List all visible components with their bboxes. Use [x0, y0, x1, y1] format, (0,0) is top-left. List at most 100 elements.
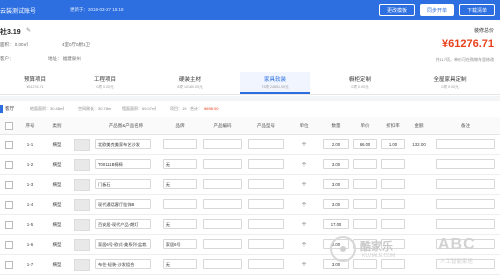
col-header: 单位 [287, 117, 321, 135]
col-header: 品牌 [160, 117, 200, 135]
row-checkbox[interactable] [0, 214, 18, 235]
product-name-input[interactable]: T00111B椅椅 [95, 159, 151, 169]
edit-icon[interactable]: ✎ [26, 27, 31, 34]
row-checkbox[interactable] [0, 194, 18, 215]
unit-value: 个 [301, 241, 307, 247]
product-name-input[interactable]: 布住-轻装-沙发组合 [95, 259, 151, 269]
unit-cell: 个 [287, 194, 321, 215]
brand-input[interactable]: 无 [162, 179, 198, 189]
note-input[interactable] [435, 199, 496, 209]
product-name-input[interactable]: 北欧美克美家布艺沙发 [95, 139, 151, 149]
brand-input[interactable]: 家居6号 [162, 239, 198, 249]
qty-input[interactable]: 3.00 [323, 199, 349, 209]
table-row: 1-5 横型 百安居-现代产品-朗灯 无 个 17.00 [0, 214, 500, 235]
brand-input[interactable]: 无 [162, 159, 198, 169]
code-input[interactable] [203, 239, 242, 249]
note-input[interactable] [435, 179, 496, 189]
row-number: 1-6 [18, 234, 42, 255]
note-input[interactable] [435, 219, 496, 229]
model-input[interactable] [247, 179, 285, 189]
row-number: 1-7 [18, 254, 42, 275]
model-input[interactable] [247, 219, 285, 229]
model-input[interactable] [247, 259, 285, 269]
discount-cell [379, 174, 407, 195]
row-checkbox[interactable] [0, 234, 18, 255]
product-name-cell: 现代通话客厅挂饰B [92, 194, 160, 215]
row-checkbox[interactable] [0, 154, 18, 175]
discount-input[interactable] [380, 179, 406, 189]
tab-custom-furniture[interactable]: 全屋家具定制 0项 0.00元 [415, 72, 485, 94]
row-category: 横型 [42, 194, 72, 215]
price-input[interactable] [352, 219, 378, 229]
tab-hard-materials[interactable]: 硬装主材 8项 10180.00元 [155, 72, 225, 94]
price-input[interactable]: 66.00 [352, 139, 378, 149]
brand-cell: 无 [160, 174, 200, 195]
col-header: 单价 [351, 117, 379, 135]
download-list-button[interactable]: 下载清单 [459, 4, 495, 16]
code-input[interactable] [203, 219, 242, 229]
qty-input[interactable]: 17.00 [323, 219, 349, 229]
note-input[interactable] [435, 159, 496, 169]
select-all-checkbox[interactable] [0, 117, 18, 135]
tab-budget[interactable]: 预算项目 ¥61276.71 [0, 72, 70, 94]
note-input[interactable] [435, 139, 496, 149]
model-input[interactable] [247, 139, 285, 149]
code-input[interactable] [203, 139, 242, 149]
code-input[interactable] [203, 259, 242, 269]
tab-furniture[interactable]: 家具软装 73项 24851.00元 [240, 72, 310, 94]
code-cell [200, 194, 245, 215]
brand-input[interactable]: 无 [162, 259, 198, 269]
unit-value: 个 [301, 221, 307, 227]
code-cell [200, 234, 245, 255]
product-thumbnail [72, 214, 92, 235]
price-input[interactable] [352, 159, 378, 169]
change-template-button[interactable]: 更改模板 [379, 4, 415, 16]
product-name-input[interactable]: 门板石 [95, 179, 151, 189]
price-input[interactable] [352, 179, 378, 189]
discount-input[interactable] [380, 219, 406, 229]
model-input[interactable] [247, 199, 285, 209]
brand-input[interactable] [162, 199, 198, 209]
tab-cabinets[interactable]: 橱柜定制 0项 0.00元 [325, 72, 395, 94]
col-header: 数量 [321, 117, 351, 135]
separator [0, 96, 500, 101]
product-name-input[interactable]: 百安居-现代产品-朗灯 [95, 219, 151, 229]
qty-input[interactable]: 3.00 [323, 179, 349, 189]
row-checkbox[interactable] [0, 174, 18, 195]
kujiale-watermark: 酷家乐 KUJIALE.COM [330, 236, 430, 276]
code-input[interactable] [203, 179, 242, 189]
qty-cell: 2.00 [321, 134, 351, 155]
project-owner: 客户： [0, 56, 14, 61]
model-cell [245, 234, 287, 255]
sync-order-button[interactable]: 同步开单 [420, 4, 454, 16]
watermark-brand: 酷家乐 [360, 241, 393, 253]
product-name-input[interactable]: 家居6号-欧式-美系列-盆栽 [95, 239, 151, 249]
row-checkbox[interactable] [0, 254, 18, 275]
table-row: 1-2 横型 T00111B椅椅 无 个 3.00 [0, 154, 500, 175]
code-input[interactable] [203, 199, 242, 209]
brand-input[interactable]: 无 [162, 219, 198, 229]
tab-label: 硬装主材 [178, 77, 201, 83]
abc-watermark: ABC 人工智能家居 [432, 236, 500, 279]
qty-input[interactable]: 3.00 [323, 159, 349, 169]
discount-input[interactable] [380, 199, 406, 209]
qty-input[interactable]: 2.00 [323, 139, 349, 149]
amount-cell [407, 214, 431, 235]
product-name-input[interactable]: 现代通话客厅挂饰B [95, 199, 151, 209]
model-input[interactable] [247, 239, 285, 249]
product-name-cell: 北欧美克美家布艺沙发 [92, 134, 160, 155]
model-input[interactable] [247, 159, 285, 169]
discount-input[interactable]: 1.00 [380, 139, 406, 149]
amount-cell [407, 174, 431, 195]
tab-label: 家具软装 [263, 77, 286, 83]
brand-input[interactable] [162, 139, 198, 149]
subtotal-label: 合计： [190, 106, 202, 111]
row-checkbox[interactable] [0, 134, 18, 155]
col-header: 序号 [18, 117, 42, 135]
price-input[interactable] [352, 199, 378, 209]
project-rooms: 4室0厅0厨1卫 [62, 42, 91, 47]
code-input[interactable] [203, 159, 242, 169]
discount-cell [379, 154, 407, 175]
discount-input[interactable] [380, 159, 406, 169]
tab-engineering[interactable]: 工程项目 0项 0.00元 [70, 72, 140, 94]
